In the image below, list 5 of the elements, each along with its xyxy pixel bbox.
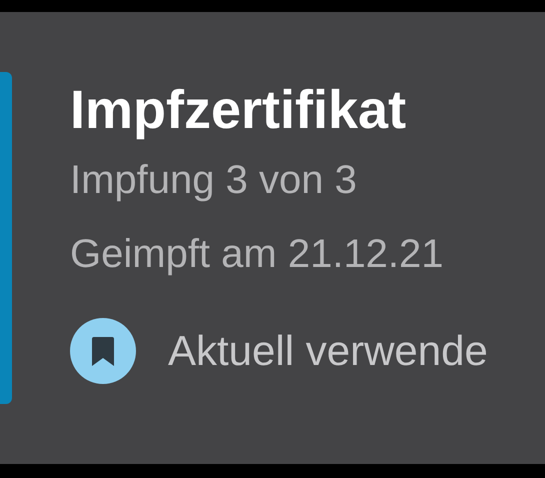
card-title: Impfzertifikat: [70, 79, 408, 142]
date-text: Geimpft am 21.12.21: [70, 231, 445, 278]
status-text: Aktuell verwende: [168, 326, 488, 376]
dose-text: Impfung 3 von 3: [70, 157, 358, 204]
certificate-card[interactable]: Impfzertifikat Impfung 3 von 3 Geimpft am 21.12.21 Aktuell verwende: [0, 12, 545, 464]
